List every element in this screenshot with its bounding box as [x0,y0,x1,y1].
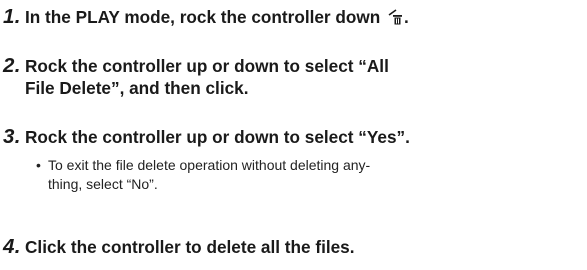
step-2-text-line1: Rock the controller up or down to select… [25,56,389,76]
step-1-number: 1. [3,5,21,28]
trash-delete-icon [388,9,403,25]
bullet-text-line1: To exit the file delete operation withou… [48,157,371,173]
bullet-dot: • [36,157,41,173]
step-4: 4. Click the controller to delete all th… [0,236,587,258]
step-2: 2. Rock the controller up or down to sel… [0,55,587,99]
step-2-text-line2: File Delete”, and then click. [25,78,249,98]
step-3: 3. Rock the controller up or down to sel… [0,126,587,148]
step-4-number: 4. [3,235,21,258]
step-2-number: 2. [3,54,21,77]
bullet-text-line2: thing, select “No”. [48,176,158,192]
step-1-text: In the PLAY mode, rock the controller do… [25,7,381,27]
bullet-note: • To exit the file delete operation with… [36,156,581,194]
step-3-text: Rock the controller up or down to select… [25,127,410,147]
step-1: 1. In the PLAY mode, rock the controller… [0,6,587,28]
step-1-end: . [404,7,409,27]
step-3-number: 3. [3,125,21,148]
step-4-text: Click the controller to delete all the f… [25,237,355,257]
